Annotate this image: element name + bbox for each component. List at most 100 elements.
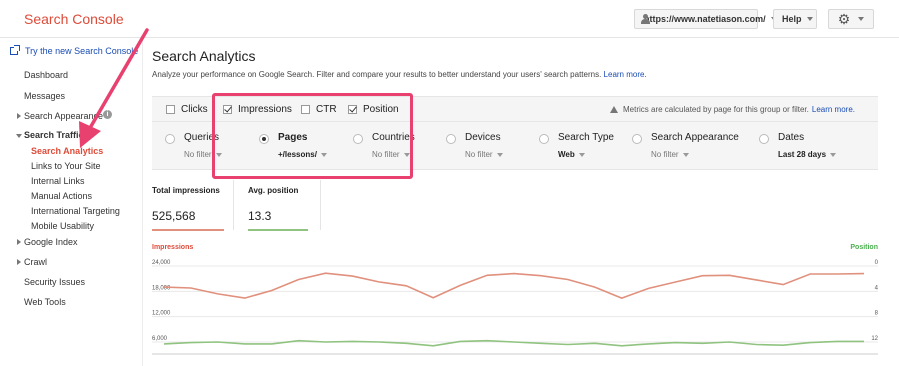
- dimension-filter[interactable]: Web: [558, 150, 585, 159]
- position-checkbox[interactable]: [348, 105, 357, 114]
- chevron-down-icon: [682, 152, 689, 157]
- settings-button[interactable]: ⚙: [828, 9, 874, 29]
- dimension-filter-value: No filter: [651, 150, 679, 159]
- header-bar: Search Console https://www.natetiason.co…: [0, 0, 899, 38]
- sidebar: Try the new Search Console Dashboard Mes…: [0, 38, 143, 366]
- dimension-filter-value: +/lessons/: [278, 150, 317, 159]
- pages-radio[interactable]: [259, 134, 269, 144]
- site-url: https://www.natetiason.com/: [644, 14, 766, 24]
- metric-label: CTR: [316, 104, 337, 115]
- right-tick-label: 0: [875, 260, 878, 266]
- stat-divider: [320, 180, 321, 230]
- right-axis-title: Position: [850, 244, 878, 251]
- metric-label: Position: [363, 104, 399, 115]
- try-new-console-link[interactable]: Try the new Search Console: [10, 45, 139, 56]
- left-tick-label: 18,000: [152, 285, 171, 291]
- brand-title[interactable]: Search Console: [24, 11, 124, 27]
- sidebar-item-dashboard[interactable]: Dashboard: [24, 70, 68, 80]
- try-new-label: Try the new Search Console: [25, 46, 139, 56]
- chevron-right-icon[interactable]: [17, 113, 21, 119]
- dimension-label: Dates: [778, 132, 805, 143]
- dimension-filter[interactable]: +/lessons/: [278, 150, 327, 159]
- stat-total-impressions[interactable]: Total impressions 525,568: [152, 186, 224, 231]
- chevron-down-icon: [496, 152, 503, 157]
- ctr-checkbox[interactable]: [301, 105, 310, 114]
- impressions-checkbox[interactable]: [223, 105, 232, 114]
- metrics-note: Metrics are calculated by page for this …: [610, 105, 855, 114]
- sidebar-item-links-to-site[interactable]: Links to Your Site: [31, 161, 101, 171]
- devices-radio[interactable]: [446, 134, 456, 144]
- sidebar-item-web-tools[interactable]: Web Tools: [24, 297, 66, 307]
- chart-plot: 24,000 0 18,000 4 12,000 8 6,000 12: [152, 260, 878, 355]
- sidebar-item-mobile-usability[interactable]: Mobile Usability: [31, 221, 94, 231]
- metric-label: Impressions: [238, 104, 292, 115]
- dimension-filter[interactable]: Last 28 days: [778, 150, 837, 159]
- site-selector[interactable]: https://www.natetiason.com/: [634, 9, 777, 29]
- warning-icon: [610, 106, 618, 113]
- chevron-right-icon[interactable]: [17, 259, 21, 265]
- metric-position[interactable]: Position: [348, 104, 399, 115]
- chevron-down-icon: [858, 17, 865, 21]
- dimension-label: Countries: [372, 132, 415, 143]
- metric-label: Clicks: [181, 104, 208, 115]
- chevron-down-icon: [403, 152, 410, 157]
- left-axis-title: Impressions: [152, 244, 194, 251]
- sidebar-item-internal-links[interactable]: Internal Links: [31, 176, 85, 186]
- right-tick-label: 4: [875, 285, 878, 291]
- metric-clicks[interactable]: Clicks: [166, 104, 208, 115]
- stat-avg-position[interactable]: Avg. position 13.3: [248, 186, 308, 231]
- sidebar-item-search-appearance[interactable]: Search Appearance: [24, 111, 103, 121]
- metrics-note-text: Metrics are calculated by page for this …: [623, 105, 809, 114]
- chevron-down-icon[interactable]: [16, 134, 22, 138]
- stat-label: Avg. position: [248, 186, 299, 195]
- chevron-down-icon: [578, 152, 585, 157]
- dates-radio[interactable]: [759, 134, 769, 144]
- page-description-text: Analyze your performance on Google Searc…: [152, 70, 602, 79]
- stat-label: Total impressions: [152, 186, 220, 195]
- chevron-down-icon: [320, 152, 327, 157]
- dimension-filter[interactable]: No filter: [651, 150, 689, 159]
- stat-divider: [233, 180, 234, 230]
- sidebar-item-search-traffic[interactable]: Search Traffic: [24, 130, 84, 140]
- metrics-learn-more-link[interactable]: Learn more.: [812, 105, 855, 114]
- metric-impressions[interactable]: Impressions: [223, 104, 292, 115]
- gear-icon: ⚙: [837, 10, 851, 27]
- left-tick-label: 12,000: [152, 311, 171, 317]
- learn-more-link[interactable]: Learn more.: [604, 70, 647, 79]
- sidebar-item-crawl[interactable]: Crawl: [24, 257, 47, 267]
- dimension-filter-value: No filter: [184, 150, 212, 159]
- info-icon[interactable]: i: [103, 110, 112, 119]
- page-title: Search Analytics: [152, 48, 256, 64]
- clicks-checkbox[interactable]: [166, 105, 175, 114]
- help-button[interactable]: Help: [773, 9, 817, 29]
- sidebar-item-search-analytics[interactable]: Search Analytics: [31, 146, 103, 156]
- dimension-filter[interactable]: No filter: [372, 150, 410, 159]
- sidebar-item-messages[interactable]: Messages: [24, 91, 65, 101]
- metrics-bar: Clicks Impressions CTR Position Metrics …: [152, 96, 878, 122]
- dimension-filter[interactable]: No filter: [465, 150, 503, 159]
- right-tick-label: 12: [871, 336, 878, 342]
- metric-ctr[interactable]: CTR: [301, 104, 337, 115]
- chevron-right-icon[interactable]: [17, 239, 21, 245]
- sidebar-item-google-index[interactable]: Google Index: [24, 237, 78, 247]
- queries-radio[interactable]: [165, 134, 175, 144]
- search-appearance-radio[interactable]: [632, 134, 642, 144]
- dimension-label: Search Appearance: [651, 132, 739, 143]
- dimension-label: Search Type: [558, 132, 614, 143]
- sidebar-item-international-targeting[interactable]: International Targeting: [31, 206, 120, 216]
- sidebar-item-security-issues[interactable]: Security Issues: [24, 277, 85, 287]
- sidebar-item-manual-actions[interactable]: Manual Actions: [31, 191, 92, 201]
- performance-chart: Impressions Position 24,000 0 18,000 4 12,00…: [152, 244, 878, 359]
- dimension-filter-value: No filter: [465, 150, 493, 159]
- dimension-label: Queries: [184, 132, 220, 143]
- impressions-series-line[interactable]: [163, 272, 865, 299]
- dimensions-row: Queries No filter Pages +/lessons/ Count…: [152, 122, 878, 170]
- chevron-down-icon: [215, 152, 222, 157]
- search-type-radio[interactable]: [539, 134, 549, 144]
- countries-radio[interactable]: [353, 134, 363, 144]
- left-tick-label: 24,000: [152, 260, 171, 266]
- position-series-line[interactable]: [163, 339, 864, 347]
- dimension-filter-value: Web: [558, 150, 575, 159]
- dimension-filter-value: No filter: [372, 150, 400, 159]
- dimension-filter[interactable]: No filter: [184, 150, 222, 159]
